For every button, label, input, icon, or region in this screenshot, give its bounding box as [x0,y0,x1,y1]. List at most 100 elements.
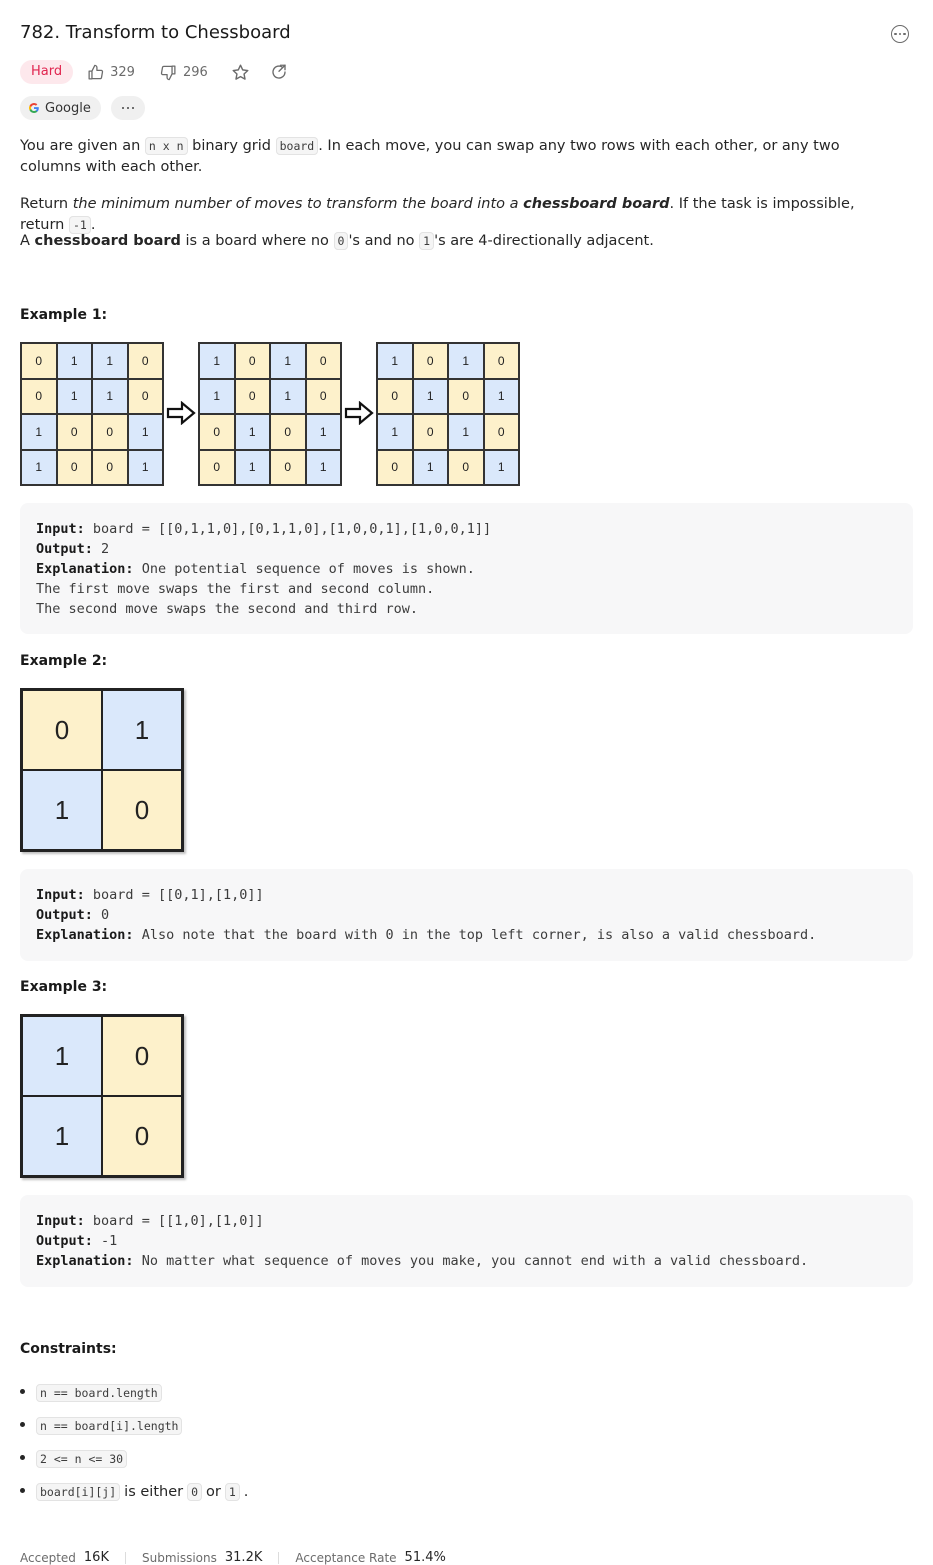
input-label: Input: [36,1213,85,1229]
text: or [206,1483,221,1500]
more-options-icon[interactable] [891,25,909,43]
thumbs-up-icon [88,64,104,80]
output-label: Output: [36,541,93,557]
right-arrow-icon [166,401,196,425]
board-cell: 0 [102,1096,182,1176]
text: A [20,233,35,249]
difficulty-badge[interactable]: Hard [20,60,74,84]
explanation-text: No matter what sequence of moves you mak… [141,1253,809,1269]
board-cell: 1 [483,449,519,485]
description-paragraph-2: Return the minimum number of moves to tr… [20,194,900,236]
board-cell: 0 [21,343,57,379]
board-cell: 1 [127,414,163,450]
board-cell: 0 [448,449,484,485]
board-cell: 1 [412,378,448,414]
inline-code: 1 [224,1482,240,1501]
example-2-heading: Example 2: [20,653,108,669]
example-1-heading: Example 1: [20,307,108,323]
example-1-code-block: Input: board = [[0,1,1,0],[0,1,1,0],[1,0… [20,503,913,634]
like-button[interactable]: 329 [87,64,135,81]
board-cell: 1 [56,378,92,414]
board-cell: 0 [127,343,163,379]
board-cell: 1 [377,414,413,450]
board-cell: 0 [199,449,235,485]
description-paragraph-3: A chessboard board is a board where no 0… [20,231,900,252]
board-cell: 1 [234,449,270,485]
constraint-item: board[i][j] is either 0 or 1. [20,1475,248,1508]
submissions-label: Submissions [141,1550,217,1565]
emphasis-text: the minimum number of moves to transform… [72,196,524,212]
board-cell: 0 [234,378,270,414]
text: is a board where no [180,233,334,249]
description-paragraph-1: You are given an n x n binary grid board… [20,136,900,178]
board-cell: 0 [305,378,341,414]
input-value: board = [[0,1,1,0],[0,1,1,0],[1,0,0,1],[… [92,521,492,537]
board-cell: 0 [483,414,519,450]
output-label: Output: [36,907,93,923]
like-count: 329 [110,64,135,80]
board-cell: 0 [377,449,413,485]
google-icon [29,103,39,114]
board-cell: 1 [448,414,484,450]
explanation-label: Explanation: [36,561,134,577]
dislike-count: 296 [182,64,208,80]
board-cell: 0 [234,343,270,379]
constraint-item: n == board.length [20,1376,248,1409]
example-3-code-block: Input: board = [[1,0],[1,0]] Output: -1 … [20,1195,913,1287]
dislike-button[interactable]: 296 [160,64,208,81]
board-cell: 1 [92,343,128,379]
board-cell: 0 [127,378,163,414]
text: 's are 4-directionally adjacent. [434,233,654,249]
board-cell: 0 [412,343,448,379]
example-3-heading: Example 3: [20,979,108,995]
board-cell: 0 [199,414,235,450]
output-value: 0 [101,907,110,923]
explanation-label: Explanation: [36,927,134,943]
board-cell: 1 [22,1096,102,1176]
board-cell: 0 [56,449,92,485]
board-cell: 0 [270,449,306,485]
text: is either [124,1483,184,1500]
share-icon [272,64,286,79]
text: You are given an [20,138,145,154]
explanation-text: Also note that the board with 0 in the t… [141,927,817,943]
acceptance-rate-label: Acceptance Rate [295,1550,397,1565]
divider [278,1551,280,1564]
tags-row: Google [20,96,145,120]
board-cell: 0 [377,378,413,414]
board-cell: 1 [448,343,484,379]
board-cell: 1 [270,343,306,379]
board-cell: 0 [56,414,92,450]
inline-code: 0 [187,1482,203,1501]
submissions-value: 31.2K [224,1550,263,1565]
text: 's and no [348,233,420,249]
board-cell: 0 [21,378,57,414]
board-cell: 1 [234,414,270,450]
input-value: board = [[1,0],[1,0]] [92,1213,264,1229]
company-tag-google[interactable]: Google [20,96,101,120]
board-cell: 0 [102,770,182,850]
board-cell: 1 [377,343,413,379]
inline-code: board[i][j] [36,1482,121,1501]
board-cell: 1 [21,414,57,450]
output-label: Output: [36,1233,93,1249]
board-cell: 1 [270,378,306,414]
example-1-board-2: 1010101001010101 [198,342,342,486]
inline-code: 2 <= n <= 30 [36,1449,128,1468]
constraints-list: n == board.length n == board[i].length 2… [20,1376,248,1508]
board-cell: 0 [305,343,341,379]
board-cell: 1 [199,378,235,414]
example-3-board: 1010 [20,1014,184,1178]
example-1-board-1: 0110011010011001 [20,342,164,486]
board-cell: 0 [92,414,128,450]
example-2-code-block: Input: board = [[0,1],[1,0]] Output: 0 E… [20,869,913,961]
thumbs-down-icon [160,64,176,80]
share-button[interactable] [270,63,288,81]
board-cell: 1 [483,378,519,414]
text: . [243,1483,249,1500]
favorite-button[interactable] [231,63,250,82]
inline-code: n x n [144,137,188,155]
divider [124,1551,126,1564]
accepted-value: 16K [83,1550,109,1565]
more-tags-button[interactable] [110,96,145,120]
